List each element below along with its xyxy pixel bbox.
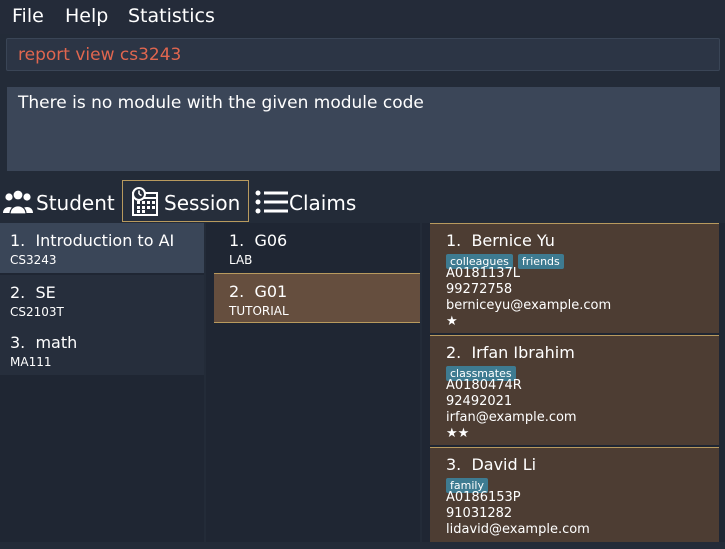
command-box [6,38,720,71]
student-card[interactable]: 1. Bernice Yu colleagues friends A0181137… [430,223,719,333]
student-phone: 92492021 [446,394,513,409]
tab-student[interactable]: Student [0,180,120,222]
module-list: 1. Introduction to AI CS3243 2. SE CS210… [0,223,204,542]
result-display: There is no module with the given module… [7,87,720,171]
module-item[interactable]: 3. math MA111 [0,325,204,375]
session-item[interactable]: 2. G01 TUTORIAL [214,273,420,323]
student-rating: ★★ [446,426,470,441]
tab-session[interactable]: Session [122,180,249,222]
student-card[interactable]: 3. David Li family A0186153P 91031282 li… [430,447,719,542]
tag: friends [517,254,564,269]
student-phone: 99272758 [446,282,513,297]
student-card[interactable]: 2. Irfan Ibrahim classmates A0180474R 92… [430,335,719,445]
tab-student-label: Student [36,191,115,215]
tag-list: colleagues friends [446,250,569,269]
tab-session-label: Session [164,191,241,215]
student-email: irfan@example.com [446,410,577,425]
student-name: Bernice Yu [471,231,555,250]
session-type: LAB [229,253,253,267]
session-index: 2. [229,282,245,301]
menu-bar: File Help Statistics [0,0,725,34]
module-name: math [35,333,78,352]
tag-list: classmates [446,362,521,381]
student-email: lidavid@example.com [446,522,590,537]
module-index: 3. [10,333,26,352]
menu-file[interactable]: File [12,5,44,27]
tab-claims[interactable]: Claims [252,180,362,222]
session-list: 1. G06 LAB 2. G01 TUTORIAL [206,223,420,542]
session-item[interactable]: 1. G06 LAB [214,223,420,273]
tab-claims-label: Claims [289,191,357,215]
module-code: CS2103T [10,305,64,319]
student-name: David Li [471,455,537,474]
student-id: A0180474R [446,378,522,393]
module-code: MA111 [10,355,52,369]
list-icon [255,190,289,218]
student-rating: ★ [446,314,458,329]
calendar-clock-icon [130,187,160,221]
session-type: TUTORIAL [229,304,289,318]
student-id: A0186153P [446,490,521,505]
student-index: 3. [446,455,462,474]
session-name: G06 [254,231,288,250]
menu-statistics[interactable]: Statistics [128,5,215,27]
module-name: SE [35,283,56,302]
student-email: berniceyu@example.com [446,298,612,313]
module-index: 1. [10,231,26,250]
module-code: CS3243 [10,253,57,267]
student-phone: 91031282 [446,506,513,521]
module-item[interactable]: 1. Introduction to AI CS3243 [0,223,204,273]
students-icon [2,189,34,219]
module-item[interactable]: 2. SE CS2103T [0,275,204,325]
student-index: 1. [446,231,462,250]
tag-list: family [446,474,493,493]
session-index: 1. [229,231,245,250]
module-name: Introduction to AI [35,231,175,250]
student-id: A0181137L [446,266,521,281]
menu-help[interactable]: Help [65,5,108,27]
command-input[interactable] [7,39,719,70]
result-text: There is no module with the given module… [18,93,424,113]
student-name: Irfan Ibrahim [471,343,575,362]
student-list: 1. Bernice Yu colleagues friends A0181137… [422,223,725,542]
student-index: 2. [446,343,462,362]
session-name: G01 [254,282,288,301]
module-index: 2. [10,283,26,302]
